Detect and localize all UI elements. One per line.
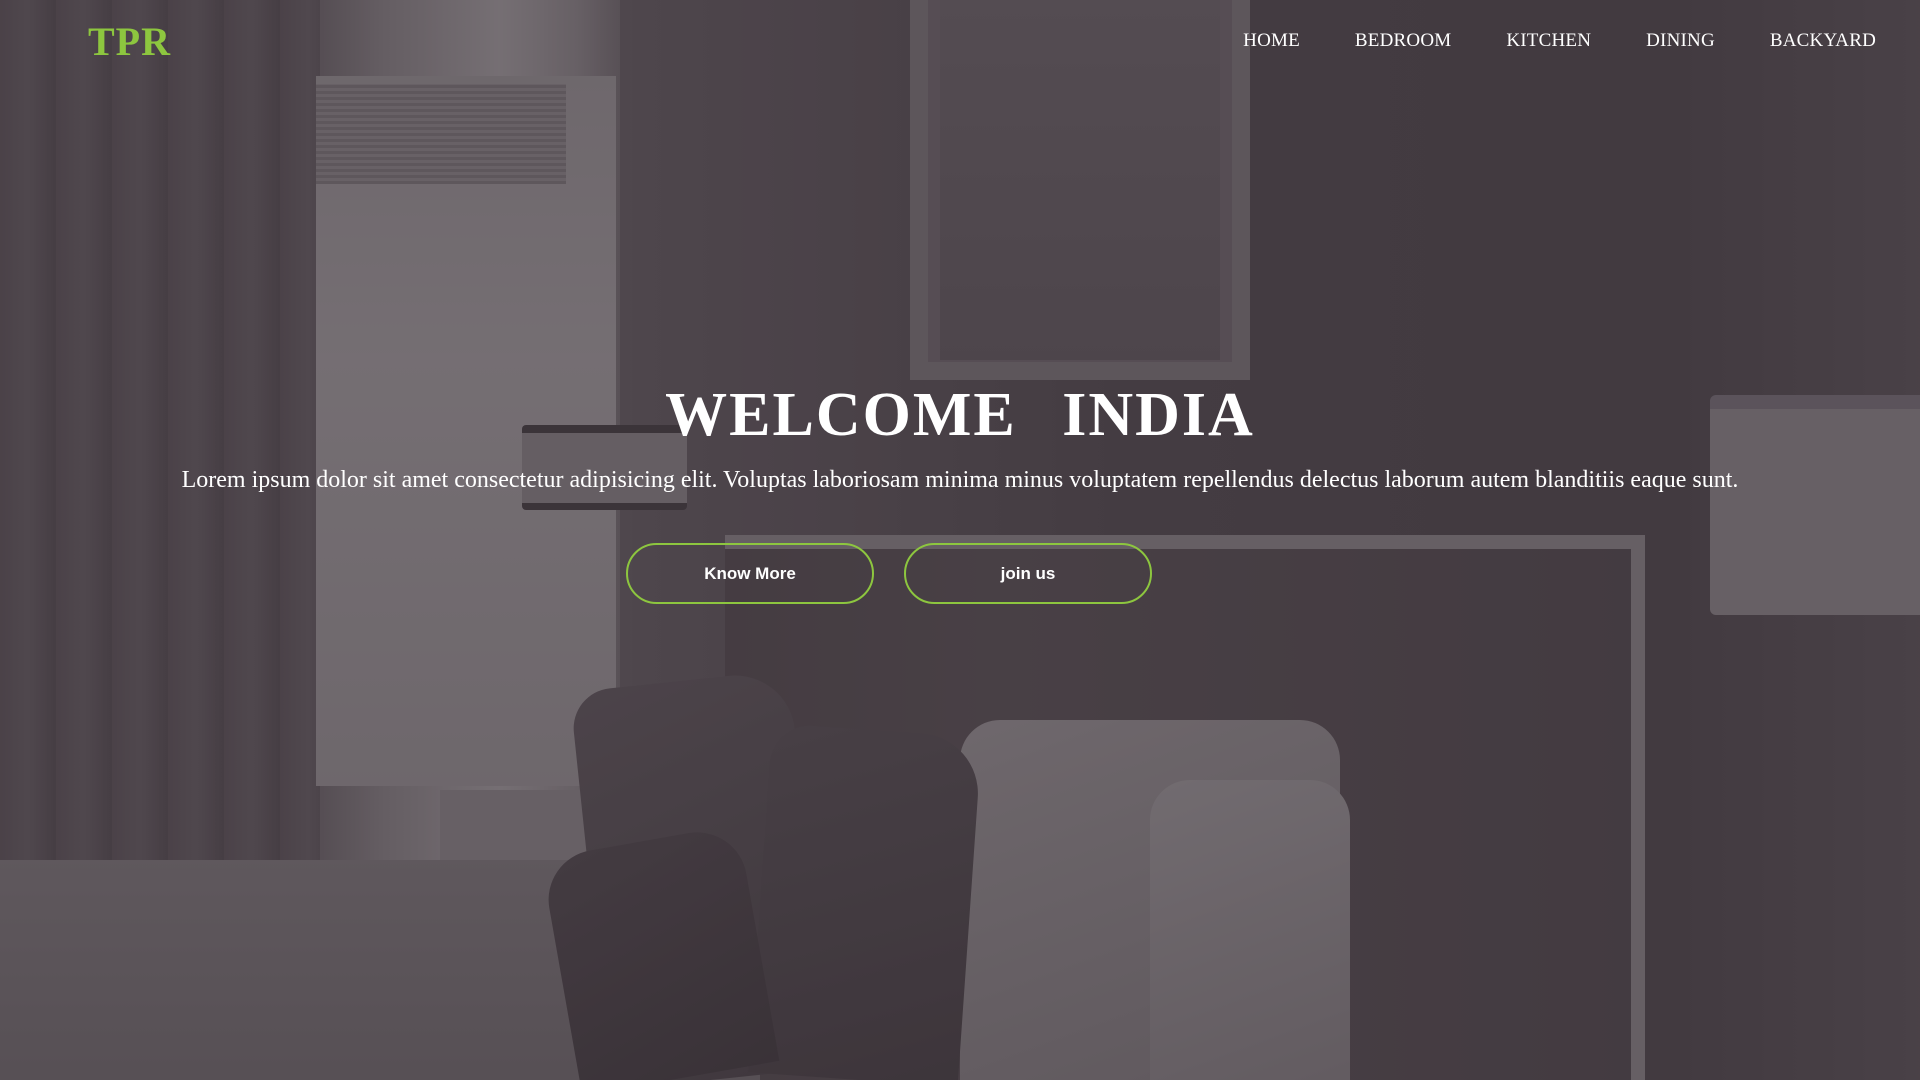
nav-link-home[interactable]: HOME: [1243, 30, 1300, 51]
hero-section: TPR HOME BEDROOM KITCHEN DINING BACKYARD…: [0, 0, 1920, 1080]
hero-buttons: Know More join us: [0, 543, 1920, 604]
nav-menu: HOME BEDROOM KITCHEN DINING BACKYARD: [1188, 30, 1876, 52]
hero-title: WELCOME INDIA: [665, 381, 1255, 449]
nav-link-kitchen[interactable]: KITCHEN: [1506, 30, 1591, 51]
brand-logo[interactable]: TPR: [88, 18, 171, 65]
nav-item-backyard: BACKYARD: [1770, 30, 1876, 52]
nav-link-bedroom[interactable]: BEDROOM: [1355, 30, 1451, 51]
nav-link-dining[interactable]: DINING: [1646, 30, 1715, 51]
nav-link-backyard[interactable]: BACKYARD: [1770, 30, 1876, 51]
nav-item-home: HOME: [1243, 30, 1300, 52]
join-us-button[interactable]: join us: [904, 543, 1152, 604]
navbar: TPR HOME BEDROOM KITCHEN DINING BACKYARD: [0, 0, 1920, 86]
nav-item-dining: DINING: [1646, 30, 1715, 52]
nav-item-kitchen: KITCHEN: [1506, 30, 1591, 52]
hero-content: WELCOME INDIA Lorem ipsum dolor sit amet…: [0, 375, 1920, 604]
hero-subtitle: Lorem ipsum dolor sit amet consectetur a…: [181, 467, 1739, 493]
nav-item-bedroom: BEDROOM: [1355, 30, 1451, 52]
know-more-button[interactable]: Know More: [626, 543, 874, 604]
